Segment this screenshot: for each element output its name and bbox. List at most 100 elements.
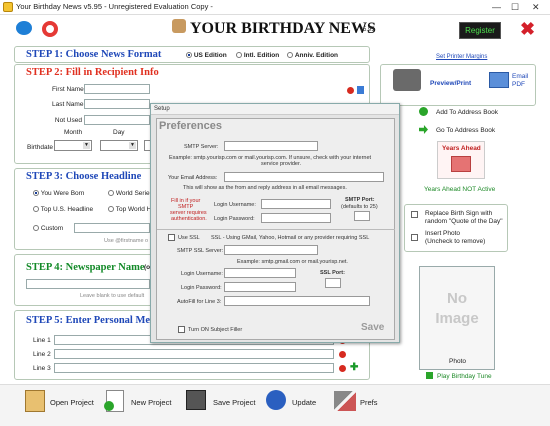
smtp-server-field[interactable] bbox=[224, 141, 318, 151]
headline-born-label: You Were Born bbox=[40, 190, 85, 197]
first-name-field[interactable] bbox=[84, 84, 150, 94]
add-address-icon[interactable] bbox=[419, 107, 428, 116]
ssl-port-label: SSL Port: bbox=[320, 270, 345, 276]
radio-icon bbox=[33, 225, 39, 232]
setup-dialog: Setup Preferences SMTP Server: Example: … bbox=[150, 103, 400, 343]
use-ssl-checkbox[interactable] bbox=[168, 234, 175, 241]
clear-name-icon[interactable] bbox=[347, 87, 354, 94]
headline-world-series-option[interactable]: World Serie bbox=[108, 190, 150, 197]
month-select[interactable]: ▼ bbox=[54, 140, 92, 151]
printer-icon[interactable] bbox=[393, 69, 421, 91]
goto-arrow-icon[interactable] bbox=[419, 125, 428, 134]
clear-line2-icon[interactable] bbox=[339, 351, 346, 358]
radio-icon bbox=[108, 190, 114, 197]
step4-title: STEP 4: Newspaper Name bbox=[26, 262, 145, 273]
open-project-button[interactable]: Open Project bbox=[50, 398, 94, 407]
close-app-icon[interactable]: ✖ bbox=[520, 20, 535, 38]
format-intl-label: Intl. Edition bbox=[243, 52, 280, 59]
line3-field[interactable] bbox=[54, 363, 334, 373]
add-line-icon[interactable]: ✚ bbox=[350, 363, 358, 373]
first-name-label: First Name bbox=[52, 86, 84, 93]
headline-custom-option[interactable]: Custom bbox=[33, 225, 63, 232]
step1-title: STEP 1: Choose News Format bbox=[26, 49, 162, 60]
maximize-icon[interactable]: ☐ bbox=[511, 2, 519, 12]
app-brand-title: YOUR BIRTHDAY NEWS bbox=[190, 20, 376, 37]
close-window-icon[interactable]: ✕ bbox=[532, 2, 540, 12]
new-plus-icon bbox=[104, 401, 114, 411]
step2-title: STEP 2: Fill in Recipient Info bbox=[26, 67, 159, 78]
new-project-button[interactable]: New Project bbox=[131, 398, 171, 407]
no-image-text2: Image bbox=[435, 310, 479, 327]
last-name-field[interactable] bbox=[84, 99, 150, 109]
smtp-example2: service provider. bbox=[261, 161, 302, 167]
insert-photo-label: Insert Photo bbox=[425, 230, 461, 237]
save-project-button[interactable]: Save Project bbox=[213, 398, 256, 407]
prefs-button[interactable]: Prefs bbox=[360, 398, 378, 407]
chat-icon[interactable] bbox=[16, 21, 32, 35]
headline-born-option[interactable]: You Were Born bbox=[33, 190, 84, 197]
format-intl-edition[interactable]: Intl. Edition bbox=[236, 52, 279, 59]
years-ahead-status: Years Ahead NOT Active bbox=[424, 186, 496, 193]
replace-sign-checkbox[interactable] bbox=[411, 211, 418, 218]
smtp-port-note: (defaults to 25) bbox=[341, 204, 378, 210]
email-pdf-label[interactable]: Email bbox=[512, 73, 528, 80]
custom-headline-field[interactable] bbox=[74, 223, 150, 233]
open-project-icon[interactable] bbox=[25, 390, 45, 412]
dialog-caption-bar bbox=[151, 104, 399, 115]
ssl-example: Example: smtp.gmail.com or mail.yourisp.… bbox=[237, 259, 348, 265]
ssl-port-field[interactable] bbox=[325, 278, 341, 288]
newspaper-name-field[interactable] bbox=[26, 279, 150, 289]
headline-world-option[interactable]: Top World H bbox=[108, 206, 151, 213]
years-ahead-label: Years Ahead bbox=[442, 145, 481, 152]
birthdate-label: Birthdate bbox=[27, 144, 54, 151]
dialog-caption: Setup bbox=[154, 106, 170, 112]
format-us-label: US Edition bbox=[193, 52, 227, 59]
play-icon[interactable] bbox=[426, 372, 433, 379]
register-button[interactable]: Register bbox=[459, 22, 501, 39]
headline-us-option[interactable]: Top U.S. Headline bbox=[33, 206, 93, 213]
email-note: This will show as the from and reply add… bbox=[183, 185, 347, 191]
subject-filler-checkbox[interactable] bbox=[178, 326, 185, 333]
app-version: v5.95 bbox=[360, 27, 375, 33]
chevron-down-icon: ▼ bbox=[83, 142, 90, 149]
app-icon bbox=[3, 2, 13, 12]
format-us-edition[interactable]: US Edition bbox=[186, 52, 227, 59]
autofill-field[interactable] bbox=[224, 296, 370, 306]
insert-photo-checkbox[interactable] bbox=[411, 234, 418, 241]
ssl-password-label: Login Password: bbox=[181, 285, 222, 291]
prefs-tools-icon[interactable] bbox=[334, 391, 356, 411]
day-select[interactable]: ▼ bbox=[100, 140, 138, 151]
ssl-username-label: Login Username: bbox=[181, 271, 223, 277]
add-address-button[interactable]: Add To Address Book bbox=[436, 109, 498, 116]
save-disk-icon[interactable] bbox=[186, 390, 206, 410]
email-envelope-icon[interactable] bbox=[489, 72, 509, 88]
line2-field[interactable] bbox=[54, 349, 334, 359]
save-button[interactable]: Save bbox=[361, 322, 384, 333]
email-pdf-label2[interactable]: PDF bbox=[512, 81, 525, 88]
minimize-icon[interactable]: — bbox=[492, 2, 501, 12]
ssl-username-field[interactable] bbox=[224, 268, 296, 278]
headline-custom-label: Custom bbox=[40, 225, 64, 232]
people-icon[interactable] bbox=[357, 86, 364, 94]
login-password-label: Login Password: bbox=[214, 216, 255, 222]
help-lifebuoy-icon[interactable] bbox=[42, 21, 58, 37]
preview-print-button[interactable]: Preview/Print bbox=[430, 80, 471, 87]
goto-address-button[interactable]: Go To Address Book bbox=[436, 127, 495, 134]
headline-world-label: Top World H bbox=[115, 206, 152, 213]
newspaper-note: Leave blank to use default bbox=[80, 293, 145, 299]
update-button[interactable]: Update bbox=[292, 398, 316, 407]
divider bbox=[157, 229, 395, 230]
not-used-field[interactable] bbox=[84, 115, 150, 125]
smtp-port-field[interactable] bbox=[354, 211, 370, 221]
login-username-field[interactable] bbox=[261, 199, 331, 209]
title-bar: Your Birthday News v5.95 - Unregistered … bbox=[0, 0, 550, 15]
email-address-field[interactable] bbox=[224, 172, 384, 182]
play-tune-button[interactable]: Play Birthday Tune bbox=[437, 373, 492, 380]
printer-margins-link[interactable]: Set Printer Margins bbox=[436, 54, 487, 60]
format-anniv-edition[interactable]: Anniv. Edition bbox=[287, 52, 338, 59]
ssl-password-field[interactable] bbox=[224, 282, 296, 292]
ssl-server-field[interactable] bbox=[224, 245, 318, 255]
update-globe-icon[interactable] bbox=[266, 390, 286, 410]
clear-line3-icon[interactable] bbox=[339, 365, 346, 372]
login-password-field[interactable] bbox=[261, 213, 331, 223]
